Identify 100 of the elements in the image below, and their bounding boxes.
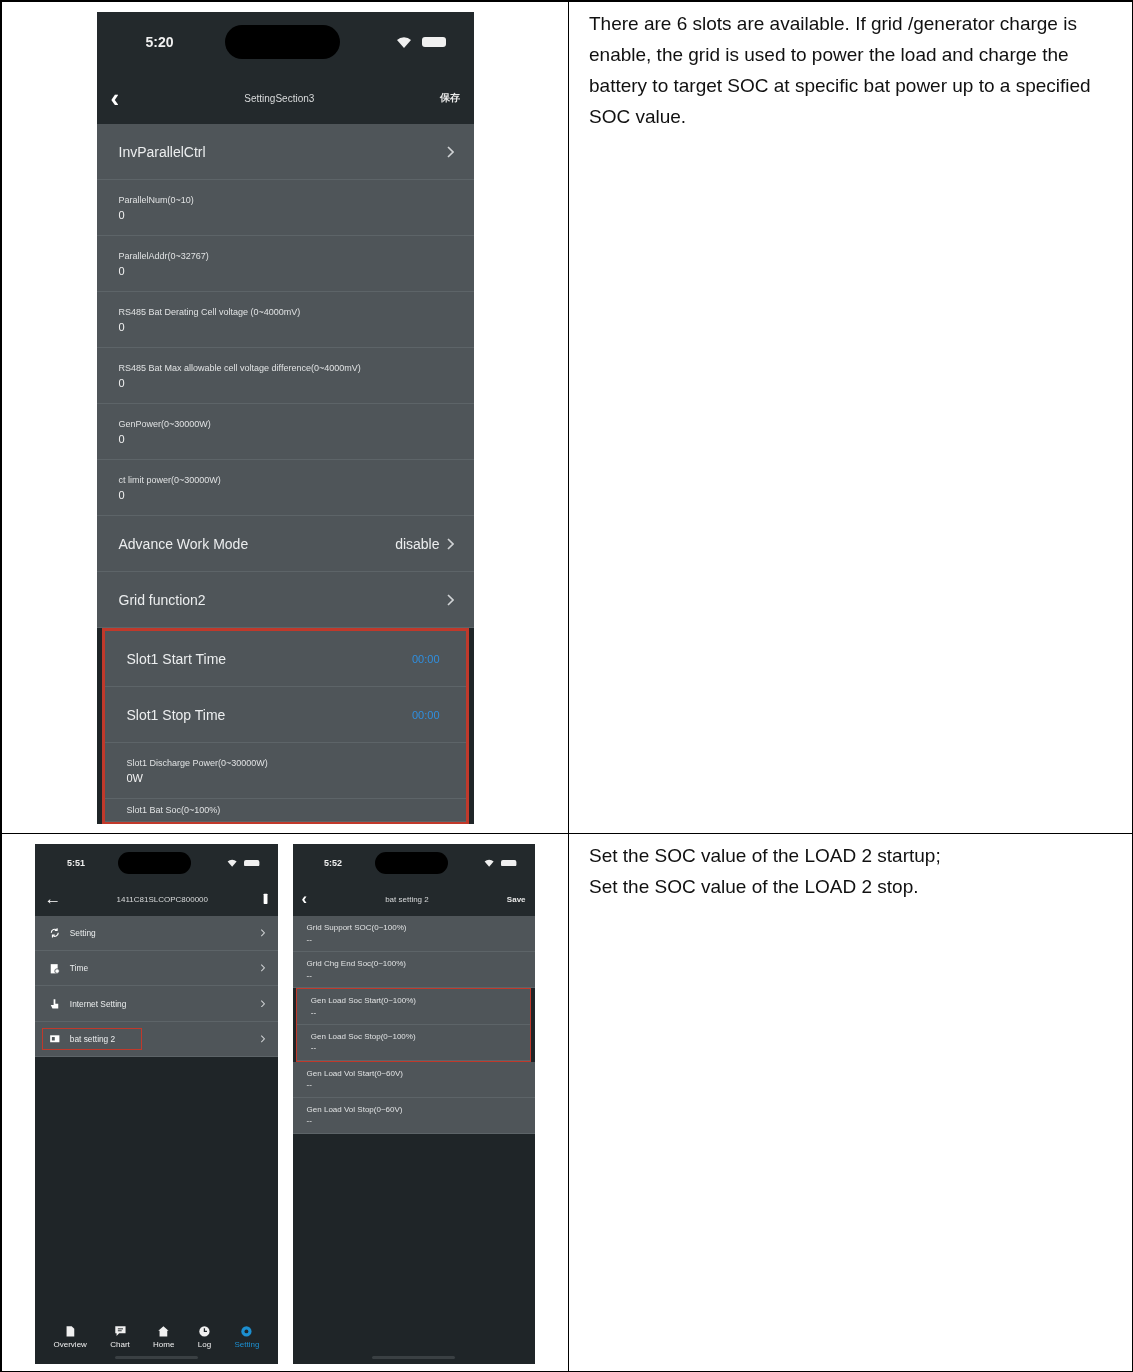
tab-item[interactable]: Overview bbox=[53, 1324, 87, 1349]
field-label: Grid Support SOC(0~100%) bbox=[306, 923, 407, 933]
field-label: Grid Chg End Soc(0~100%) bbox=[306, 959, 406, 968]
field-label: GenPower(0~30000W) bbox=[118, 418, 211, 429]
field-label: Gen Load Vol Start(0~60V) bbox=[306, 1068, 403, 1078]
settings-field[interactable]: GenPower(0~30000W) 0 bbox=[96, 404, 474, 460]
field-value: -- bbox=[310, 1043, 317, 1053]
battery-card-icon bbox=[49, 1033, 61, 1045]
device-icon[interactable] bbox=[263, 893, 269, 905]
save-button[interactable]: 保存 bbox=[439, 91, 460, 105]
back-button[interactable]: ‹ bbox=[110, 85, 120, 111]
field-value: 0 bbox=[118, 320, 125, 333]
back-button[interactable]: ← bbox=[44, 890, 62, 908]
field-label: Gen Load Vol Stop(0~60V) bbox=[306, 1104, 403, 1114]
settings-field[interactable]: Grid Support SOC(0~100%) -- bbox=[292, 915, 535, 952]
field-label: RS485 Bat Max allowable cell voltage difference(0~4000mV) bbox=[118, 362, 361, 373]
clock-icon bbox=[198, 1324, 211, 1338]
chevron-right-icon bbox=[259, 929, 265, 937]
chevron-right-icon bbox=[445, 537, 454, 550]
menu-row[interactable]: Time bbox=[35, 951, 278, 987]
home-icon bbox=[157, 1324, 171, 1338]
tab-item[interactable]: Setting bbox=[234, 1324, 260, 1349]
field-value: -- bbox=[306, 1116, 312, 1126]
field-label: ParallelNum(0~10) bbox=[118, 194, 194, 205]
description-text: Set the SOC value of the LOAD 2 stop. bbox=[589, 875, 920, 899]
chevron-right-icon bbox=[445, 593, 454, 606]
field-value: 0 bbox=[118, 432, 125, 445]
wifi-icon bbox=[227, 859, 238, 868]
field-label: ParallelAddr(0~32767) bbox=[118, 250, 209, 261]
screen-title: bat setting 2 bbox=[384, 894, 430, 904]
battery-icon bbox=[244, 860, 260, 867]
screen-title: 1411C81SLCOPC800000 bbox=[115, 894, 209, 904]
menu-label: Setting bbox=[69, 928, 96, 939]
status-time: 5:52 bbox=[322, 858, 343, 869]
settings-field[interactable]: Gen Load Vol Start(0~60V) -- bbox=[292, 1061, 535, 1098]
field-label: Gen Load Soc Start(0~100%) bbox=[310, 995, 416, 1005]
tab-item[interactable]: Home bbox=[153, 1324, 175, 1349]
chevron-right-icon bbox=[259, 1035, 265, 1043]
screen-title: SettingSection3 bbox=[243, 92, 316, 104]
row-value: disable bbox=[395, 535, 440, 552]
battery-icon bbox=[421, 37, 446, 47]
row-label: Slot1 Stop Time bbox=[126, 706, 226, 723]
settings-field[interactable]: Grid Chg End Soc(0~100%) -- bbox=[292, 951, 535, 988]
back-button[interactable]: ‹ bbox=[301, 890, 308, 908]
menu-label: Internet Setting bbox=[69, 998, 127, 1009]
settings-field[interactable]: ParallelNum(0~10) 0 bbox=[96, 180, 474, 236]
field-value: 0 bbox=[118, 488, 125, 501]
row-label: Slot1 Start Time bbox=[126, 650, 227, 667]
field-value: 0 bbox=[118, 264, 125, 277]
field-value: 0W bbox=[126, 771, 143, 784]
wifi-icon bbox=[484, 859, 495, 868]
chat-icon bbox=[113, 1324, 127, 1338]
field-label: ct limit power(0~30000W) bbox=[118, 474, 221, 485]
settings-field[interactable]: RS485 Bat Max allowable cell voltage difference(0~4000mV) 0 bbox=[96, 348, 474, 404]
settings-field[interactable]: Slot1 Bat Soc(0~100%) bbox=[104, 799, 466, 822]
chevron-right-icon bbox=[445, 145, 454, 158]
field-label: Gen Load Soc Stop(0~100%) bbox=[310, 1031, 416, 1041]
field-value: 0 bbox=[118, 376, 125, 389]
settings-row[interactable]: Advance Work Mode disable bbox=[96, 516, 474, 572]
row-label: InvParallelCtrl bbox=[118, 143, 206, 160]
wifi-icon bbox=[395, 36, 412, 48]
menu-label: Time bbox=[69, 963, 88, 974]
chevron-right-icon bbox=[259, 964, 265, 973]
row-label: Grid function2 bbox=[118, 591, 206, 608]
status-time: 5:20 bbox=[144, 34, 175, 50]
description-text: There are 6 slots are available. If grid /generator charge is enable, the grid is used to power the load and charge the battery to target SOC at specific bat power up to a specified SOC value. bbox=[589, 12, 1092, 129]
settings-field[interactable]: Gen Load Soc Start(0~100%) -- bbox=[296, 988, 531, 1025]
tab-item[interactable]: Log bbox=[197, 1324, 212, 1349]
time-row[interactable]: Slot1 Stop Time 00:00 bbox=[104, 687, 466, 743]
field-value: -- bbox=[310, 1007, 317, 1017]
battery-icon bbox=[501, 860, 517, 867]
description-text: Set the SOC value of the LOAD 2 startup; bbox=[589, 844, 942, 868]
gear-icon bbox=[240, 1324, 254, 1338]
settings-field[interactable]: ParallelAddr(0~32767) 0 bbox=[96, 236, 474, 292]
status-time: 5:51 bbox=[65, 858, 86, 869]
settings-row[interactable]: InvParallelCtrl bbox=[96, 124, 474, 180]
field-label: Slot1 Bat Soc(0~100%) bbox=[126, 805, 221, 815]
menu-row[interactable]: Setting bbox=[35, 915, 278, 952]
field-value: -- bbox=[306, 970, 312, 980]
field-value: -- bbox=[306, 1080, 312, 1090]
menu-label: bat setting 2 bbox=[69, 1033, 116, 1044]
chevron-right-icon bbox=[259, 999, 265, 1008]
row-label: Advance Work Mode bbox=[118, 535, 249, 552]
tab-item[interactable]: Chart bbox=[110, 1324, 130, 1349]
document-clock-icon bbox=[49, 962, 61, 975]
field-label: RS485 Bat Derating Cell voltage (0~4000mV) bbox=[118, 306, 301, 317]
settings-field[interactable]: RS485 Bat Derating Cell voltage (0~4000mV) 0 bbox=[96, 292, 474, 348]
settings-field[interactable]: Gen Load Soc Stop(0~100%) -- bbox=[296, 1024, 531, 1061]
field-value: -- bbox=[306, 934, 312, 944]
settings-field[interactable]: Gen Load Vol Stop(0~60V) -- bbox=[292, 1097, 535, 1134]
hand-pointer-icon bbox=[49, 997, 61, 1010]
menu-row[interactable]: bat setting 2 bbox=[35, 1021, 278, 1058]
save-button[interactable]: Save bbox=[506, 894, 526, 904]
time-row[interactable]: Slot1 Start Time 00:00 bbox=[104, 631, 466, 687]
refresh-icon bbox=[49, 927, 61, 939]
field-value: 0 bbox=[118, 208, 125, 221]
settings-row[interactable]: Grid function2 bbox=[96, 572, 474, 628]
settings-field[interactable]: ct limit power(0~30000W) 0 bbox=[96, 460, 474, 516]
settings-field[interactable]: Slot1 Discharge Power(0~30000W) 0W bbox=[104, 743, 466, 799]
menu-row[interactable]: Internet Setting bbox=[35, 986, 278, 1022]
